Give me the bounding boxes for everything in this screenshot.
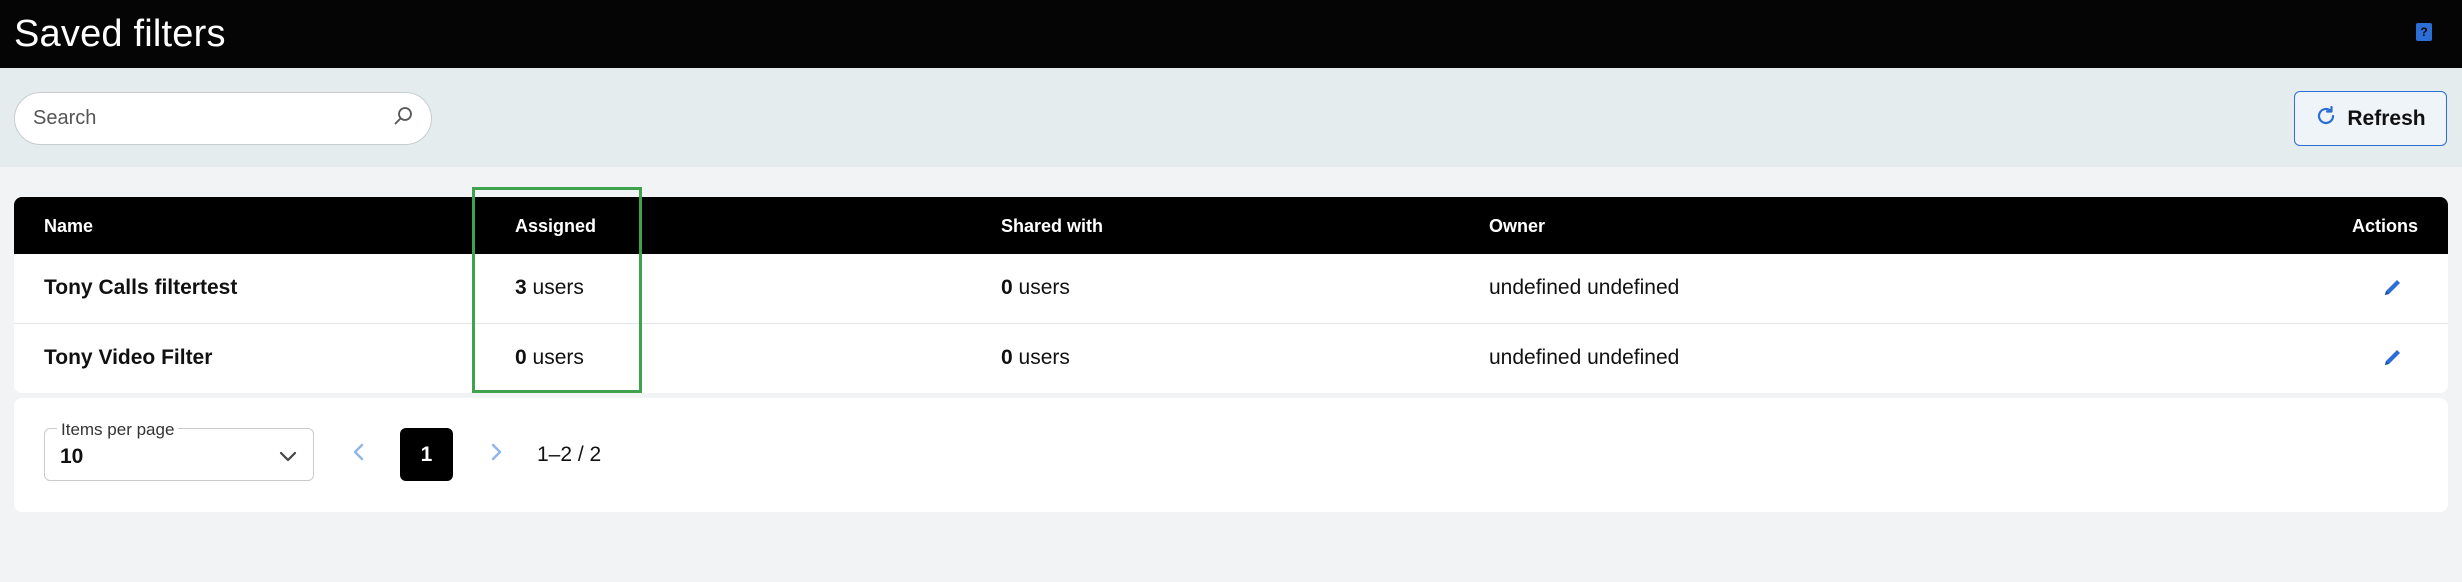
chevron-right-icon[interactable] (484, 440, 508, 464)
items-per-page-label: Items per page (57, 420, 179, 440)
toolbar: Refresh (0, 68, 2462, 167)
shared-unit: users (1018, 346, 1070, 369)
edit-pencil-icon[interactable] (2382, 276, 2406, 300)
refresh-button[interactable]: Refresh (2294, 91, 2447, 146)
column-header-actions: Actions (2351, 216, 2418, 236)
shared-unit: users (1018, 276, 1070, 299)
assigned-count: 0 (515, 346, 527, 369)
assigned-unit: users (532, 276, 584, 299)
pagination-bar: Items per page 10 1 1–2 / 2 (14, 398, 2448, 512)
assigned-unit: users (532, 346, 584, 369)
edit-pencil-icon[interactable] (2382, 346, 2406, 370)
table-row[interactable]: Tony Video Filter 0 users 0 users undefi… (14, 324, 2448, 393)
help-icon[interactable]: ? (2414, 22, 2434, 42)
filter-name: Tony Video Filter (44, 346, 213, 369)
owner: undefined undefined (1489, 346, 1680, 369)
shared-users: 0 users (1001, 346, 1070, 370)
owner: undefined undefined (1489, 276, 1680, 299)
column-header-name: Name (44, 216, 94, 236)
filter-name: Tony Calls filtertest (44, 276, 238, 299)
search-input[interactable] (31, 106, 393, 131)
filters-table: Name Assigned Shared with Owner Actions … (14, 197, 2448, 393)
pagination-range: 1–2 / 2 (537, 443, 602, 466)
table-header: Name Assigned Shared with Owner Actions (14, 197, 2448, 254)
assigned-count: 3 (515, 276, 527, 299)
shared-users: 0 users (1001, 276, 1070, 300)
shared-count: 0 (1001, 276, 1013, 299)
refresh-icon (2315, 105, 2337, 133)
assigned-users: 0 users (515, 346, 584, 370)
table-row[interactable]: Tony Calls filtertest 3 users 0 users un… (14, 254, 2448, 324)
page-button-current[interactable]: 1 (400, 428, 453, 481)
app-header: Saved filters ? (0, 0, 2462, 68)
search-box (14, 92, 432, 145)
assigned-users: 3 users (515, 276, 584, 300)
shared-count: 0 (1001, 346, 1013, 369)
search-icon[interactable] (393, 105, 415, 132)
chevron-left-icon[interactable] (347, 440, 371, 464)
items-per-page-select[interactable]: Items per page 10 (44, 420, 314, 481)
svg-text:?: ? (2420, 25, 2427, 39)
column-header-shared-with: Shared with (1001, 216, 1104, 236)
column-header-assigned: Assigned (515, 216, 597, 236)
refresh-label: Refresh (2347, 106, 2426, 130)
page-title: Saved filters (14, 12, 226, 55)
column-header-owner: Owner (1489, 216, 1546, 236)
items-per-page-value: 10 (60, 445, 84, 468)
chevron-down-icon (277, 445, 299, 467)
